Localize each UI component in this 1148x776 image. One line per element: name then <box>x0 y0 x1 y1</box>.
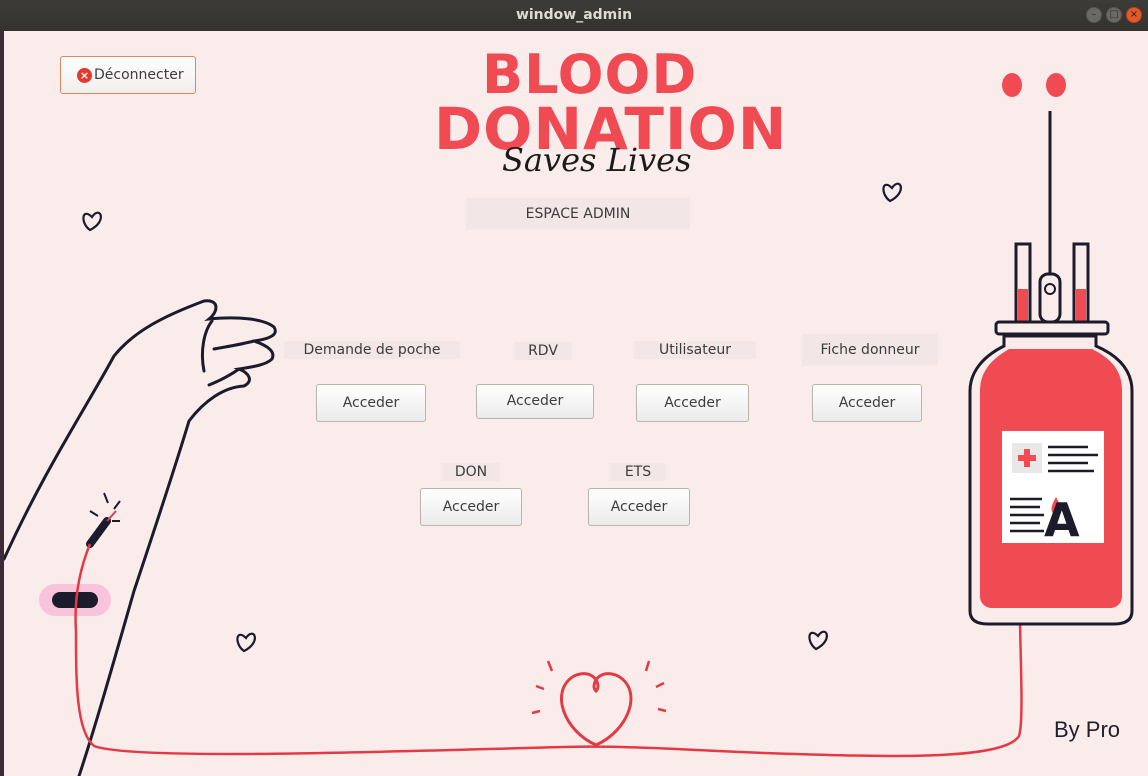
credit-text: By Pro <box>1054 717 1121 742</box>
access-button-rdv[interactable]: Acceder <box>476 384 594 419</box>
access-button-demande-poche[interactable]: Acceder <box>316 384 426 422</box>
access-button-utilisateur[interactable]: Acceder <box>636 384 749 422</box>
logout-button[interactable]: × Déconnecter <box>60 56 196 94</box>
title-bar: window_admin – □ × <box>0 0 1148 32</box>
window-title: window_admin <box>515 7 633 23</box>
access-button-don[interactable]: Acceder <box>420 488 522 526</box>
access-button-ets[interactable]: Acceder <box>588 488 690 526</box>
close-circle-icon: × <box>77 68 92 83</box>
module-label-demande-poche: Demande de poche <box>284 341 460 359</box>
module-label-fiche-donneur: Fiche donneur <box>802 334 938 366</box>
module-label-rdv: RDV <box>514 342 572 360</box>
maximize-icon[interactable]: □ <box>1106 7 1122 23</box>
brand-tagline: Saves Lives <box>502 141 692 179</box>
app-window: window_admin – □ × × Déconnecter BLOOD D… <box>0 0 1148 776</box>
logout-label: Déconnecter <box>94 67 184 83</box>
module-label-don: DON <box>442 463 500 481</box>
close-icon[interactable]: × <box>1126 7 1142 23</box>
section-label: ESPACE ADMIN <box>466 198 690 230</box>
module-label-utilisateur: Utilisateur <box>634 341 756 359</box>
module-label-ets: ETS <box>610 463 666 481</box>
blood-type-label: A <box>1044 493 1080 547</box>
admin-panel: × Déconnecter BLOOD DONATION Saves Lives… <box>4 31 1148 776</box>
minimize-icon[interactable]: – <box>1086 7 1102 23</box>
access-button-fiche-donneur[interactable]: Acceder <box>812 384 922 422</box>
